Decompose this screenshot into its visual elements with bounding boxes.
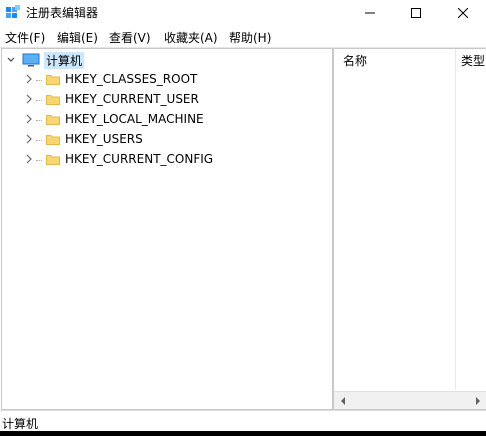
chevron-right-icon[interactable] xyxy=(25,114,33,124)
menu-file[interactable]: 文件(F) xyxy=(5,29,45,46)
tree-item-computer[interactable]: 计算机 xyxy=(6,51,85,69)
tree-connector xyxy=(36,134,42,141)
chevron-right-icon[interactable] xyxy=(25,94,33,104)
registry-editor-icon xyxy=(6,5,20,18)
scroll-right-button[interactable] xyxy=(469,392,486,409)
tree-item-hkey-users[interactable]: HKEY_USERS xyxy=(25,130,143,148)
menu-bar: 文件(F) 编辑(E) 查看(V) 收藏夹(A) 帮助(H) xyxy=(0,27,486,47)
values-list[interactable]: 名称 类型 xyxy=(333,48,486,410)
status-path: 计算机 xyxy=(2,417,39,431)
folder-icon xyxy=(46,134,60,145)
maximize-button[interactable] xyxy=(393,0,439,25)
minimize-icon xyxy=(365,12,375,13)
tree-item-label: HKEY_CURRENT_CONFIG xyxy=(65,152,214,166)
folder-icon xyxy=(46,114,60,125)
menu-edit[interactable]: 编辑(E) xyxy=(57,29,98,46)
tree-item-hkey-local-machine[interactable]: HKEY_LOCAL_MACHINE xyxy=(25,110,204,128)
menu-help[interactable]: 帮助(H) xyxy=(229,29,271,46)
bottom-edge xyxy=(0,431,486,436)
tree-item-label: HKEY_CURRENT_USER xyxy=(65,92,199,106)
tree-item-label: HKEY_LOCAL_MACHINE xyxy=(65,112,204,126)
tree-connector xyxy=(36,114,42,121)
chevron-right-icon[interactable] xyxy=(25,134,33,144)
menu-favorites[interactable]: 收藏夹(A) xyxy=(164,29,218,46)
column-divider[interactable] xyxy=(455,49,456,389)
tree-connector xyxy=(36,94,42,101)
tree-connector xyxy=(36,74,42,81)
scroll-left-button[interactable] xyxy=(334,392,351,409)
minimize-button[interactable] xyxy=(347,0,393,25)
tree-item-hkey-current-config[interactable]: HKEY_CURRENT_CONFIG xyxy=(25,150,213,168)
title-bar: 注册表编辑器 xyxy=(0,0,486,25)
tree-item-label: HKEY_CLASSES_ROOT xyxy=(65,72,198,86)
close-icon xyxy=(458,7,468,18)
tree-item-hkey-current-user[interactable]: HKEY_CURRENT_USER xyxy=(25,90,199,108)
registry-tree[interactable]: 计算机 HKEY_CLASSES_ROOT HKEY_CURRENT_USER … xyxy=(1,48,333,410)
folder-icon xyxy=(46,94,60,105)
arrow-right-icon xyxy=(475,396,480,405)
tree-item-hkey-classes-root[interactable]: HKEY_CLASSES_ROOT xyxy=(25,70,197,88)
chevron-right-icon[interactable] xyxy=(25,74,33,84)
arrow-left-icon xyxy=(340,396,345,405)
folder-icon xyxy=(46,154,60,165)
tree-root-label: 计算机 xyxy=(44,51,85,69)
chevron-down-icon[interactable] xyxy=(6,55,16,65)
horizontal-scrollbar[interactable] xyxy=(334,391,486,409)
maximize-icon xyxy=(411,7,421,18)
window-title: 注册表编辑器 xyxy=(26,6,99,20)
folder-icon xyxy=(46,74,60,85)
column-header-type[interactable]: 类型 xyxy=(461,49,485,71)
tree-item-label: HKEY_USERS xyxy=(65,132,143,146)
chevron-right-icon[interactable] xyxy=(25,154,33,164)
computer-icon xyxy=(22,53,40,67)
status-bar: 计算机 xyxy=(0,410,486,432)
menu-view[interactable]: 查看(V) xyxy=(109,29,151,46)
close-button[interactable] xyxy=(440,0,486,25)
column-header-name[interactable]: 名称 xyxy=(343,49,367,71)
tree-connector xyxy=(36,154,42,161)
